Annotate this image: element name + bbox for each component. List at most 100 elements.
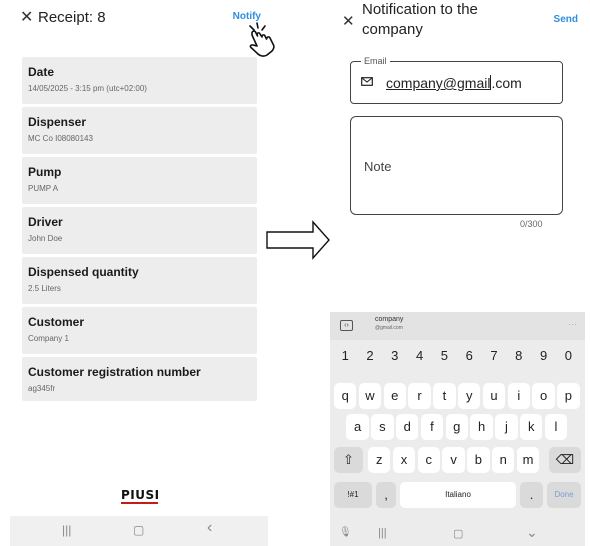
done-key[interactable]: Done — [547, 482, 581, 508]
logo-underline — [121, 502, 158, 504]
close-icon[interactable]: ✕ — [342, 12, 355, 30]
card-label: Date — [28, 65, 55, 79]
card-dispensed-quantity: Dispensed quantity 2.5 Liters — [22, 257, 257, 304]
recents-icon[interactable]: ||| — [62, 523, 71, 537]
key-q[interactable]: q — [334, 383, 357, 409]
card-value: MC Co I08080143 — [28, 134, 93, 143]
email-value-tail: .com — [491, 75, 522, 91]
card-dispenser: Dispenser MC Co I08080143 — [22, 107, 257, 154]
card-label: Driver — [28, 215, 63, 229]
key-r[interactable]: r — [408, 383, 431, 409]
key-a[interactable]: a — [346, 414, 369, 440]
suggestion-email[interactable]: @gmail.com — [375, 325, 403, 331]
key-l[interactable]: l — [544, 414, 568, 440]
key-z[interactable]: z — [368, 447, 391, 473]
period-key[interactable]: . — [520, 482, 543, 508]
card-value: 2.5 Liters — [28, 284, 61, 293]
key-3[interactable]: 3 — [384, 344, 406, 370]
more-icon[interactable]: ··· — [568, 319, 577, 329]
card-value: John Doe — [28, 234, 63, 243]
key-p[interactable]: p — [557, 383, 580, 409]
symbols-key[interactable]: !#1 — [334, 482, 372, 508]
suggestion-name[interactable]: company — [375, 316, 403, 323]
key-5[interactable]: 5 — [433, 344, 455, 370]
key-g[interactable]: g — [445, 414, 468, 440]
email-value-main: company@gmail — [386, 75, 491, 91]
card-value: ag345fr — [28, 384, 56, 393]
card-label: Customer registration number — [28, 365, 201, 379]
system-nav-bar: ||| ▢ ‹ — [10, 516, 268, 546]
clipboard-icon[interactable]: ‹› — [340, 320, 353, 331]
key-c[interactable]: c — [417, 447, 440, 473]
character-counter: 0/300 — [520, 219, 543, 229]
key-n[interactable]: n — [492, 447, 515, 473]
send-button[interactable]: Send — [554, 14, 578, 25]
keyboard-nav-bar: 🎙 ||| ▢ ⌄ — [330, 522, 585, 546]
key-b[interactable]: b — [467, 447, 490, 473]
key-m[interactable]: m — [516, 447, 540, 473]
notification-screen: ✕ Notification to the company Send Email… — [330, 0, 590, 546]
key-o[interactable]: o — [532, 383, 555, 409]
recents-icon[interactable]: ||| — [378, 527, 387, 539]
key-e[interactable]: e — [383, 383, 406, 409]
back-icon[interactable]: ‹ — [207, 519, 212, 537]
email-field[interactable]: Email company@gmail.com — [350, 56, 563, 104]
hide-keyboard-icon[interactable]: ⌄ — [526, 524, 538, 541]
key-u[interactable]: u — [482, 383, 506, 409]
hand-pointer-icon — [249, 22, 275, 57]
key-6[interactable]: 6 — [458, 344, 480, 370]
key-d[interactable]: d — [396, 414, 419, 440]
key-2[interactable]: 2 — [359, 344, 381, 370]
key-1[interactable]: 1 — [334, 344, 356, 370]
card-label: Pump — [28, 165, 62, 179]
space-key[interactable]: Italiano — [400, 482, 516, 508]
key-i[interactable]: i — [507, 383, 530, 409]
note-field[interactable]: Note — [350, 116, 563, 215]
key-j[interactable]: j — [495, 414, 518, 440]
email-value[interactable]: company@gmail.com — [386, 75, 522, 91]
email-label: Email — [361, 56, 390, 66]
card-customer: Customer Company 1 — [22, 307, 257, 354]
close-icon[interactable]: ✕ — [20, 8, 33, 28]
card-value: Company 1 — [28, 334, 69, 343]
backspace-key[interactable]: ⌫ — [549, 447, 581, 473]
mic-icon[interactable]: 🎙 — [339, 527, 352, 538]
shift-key[interactable]: ⇧ — [334, 447, 363, 473]
card-customer-registration-number: Customer registration number ag345fr — [22, 357, 257, 401]
key-t[interactable]: t — [433, 383, 456, 409]
receipt-screen: ✕ Receipt: 8 Notify Date 14/05/2025 - 3:… — [0, 0, 275, 546]
key-y[interactable]: y — [458, 383, 481, 409]
notify-button[interactable]: Notify — [233, 11, 261, 22]
card-pump: Pump PUMP A — [22, 157, 257, 204]
page-title: Receipt: 8 — [38, 9, 106, 26]
home-icon[interactable]: ▢ — [453, 527, 463, 540]
right-arrow-icon — [266, 220, 330, 260]
piusi-logo: PIUSI — [121, 488, 160, 502]
card-label: Dispensed quantity — [28, 265, 139, 279]
key-0[interactable]: 0 — [557, 344, 579, 370]
comma-key[interactable]: , — [376, 482, 396, 508]
suggestion-bar: ‹› company @gmail.com ··· — [330, 312, 585, 340]
mail-icon — [361, 77, 373, 86]
key-9[interactable]: 9 — [532, 344, 554, 370]
card-label: Customer — [28, 315, 85, 329]
card-value: PUMP A — [28, 184, 59, 193]
key-4[interactable]: 4 — [408, 344, 430, 370]
key-w[interactable]: w — [358, 383, 382, 409]
page-title: Notification to the company — [362, 1, 478, 38]
key-h[interactable]: h — [470, 414, 493, 440]
key-8[interactable]: 8 — [508, 344, 530, 370]
card-date: Date 14/05/2025 - 3:15 pm (utc+02:00) — [22, 57, 257, 104]
key-7[interactable]: 7 — [483, 344, 505, 370]
key-x[interactable]: x — [392, 447, 416, 473]
card-driver: Driver John Doe — [22, 207, 257, 254]
home-icon[interactable]: ▢ — [133, 523, 144, 537]
note-placeholder: Note — [364, 159, 392, 174]
key-f[interactable]: f — [420, 414, 444, 440]
receipt-header: ✕ Receipt: 8 Notify — [20, 8, 265, 30]
card-value: 14/05/2025 - 3:15 pm (utc+02:00) — [28, 84, 147, 93]
key-s[interactable]: s — [371, 414, 394, 440]
card-label: Dispenser — [28, 115, 87, 129]
key-v[interactable]: v — [442, 447, 465, 473]
key-k[interactable]: k — [520, 414, 543, 440]
